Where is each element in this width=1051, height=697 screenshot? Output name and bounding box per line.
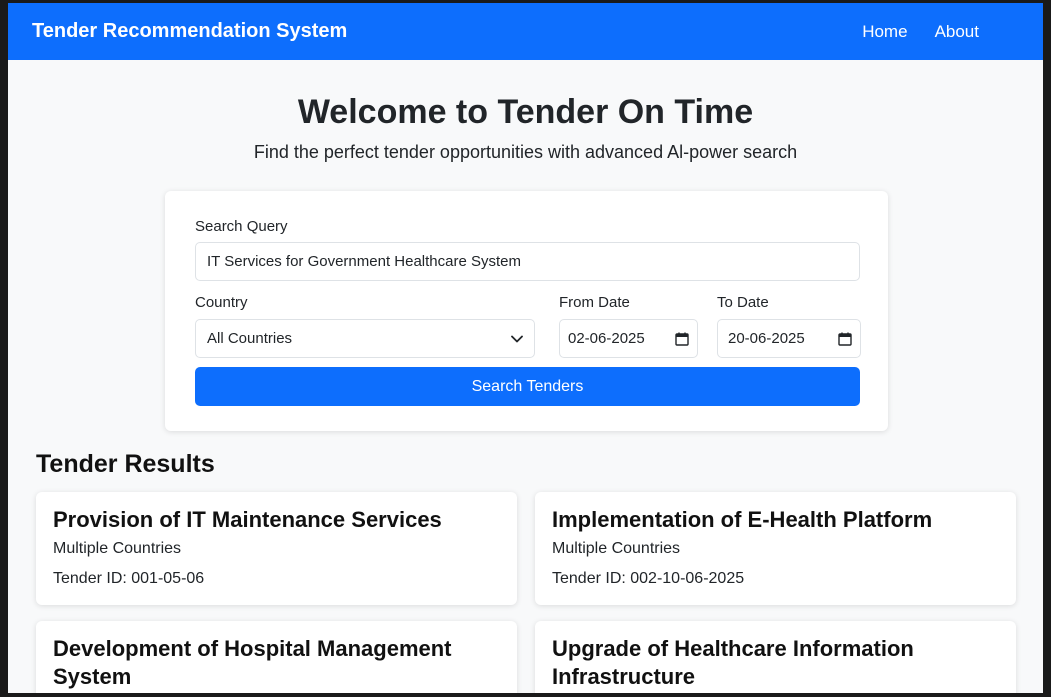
hero: Welcome to Tender On Time Find the perfe… (8, 93, 1043, 163)
country-label: Country (195, 294, 248, 311)
app-window: Tender Recommendation System Home About … (8, 3, 1043, 693)
country-value: All Countries (207, 330, 293, 347)
from-date-input[interactable]: 02-06-2025 (559, 319, 698, 358)
search-query-input[interactable]: IT Services for Government Healthcare Sy… (195, 242, 860, 281)
to-date-value: 20-06-2025 (728, 330, 805, 347)
search-form: Search Query IT Services for Government … (165, 191, 888, 431)
search-tenders-button[interactable]: Search Tenders (195, 367, 860, 406)
brand-title[interactable]: Tender Recommendation System (32, 20, 347, 43)
to-date-input[interactable]: 20-06-2025 (717, 319, 861, 358)
nav-links: Home About (835, 22, 979, 42)
calendar-icon[interactable] (675, 332, 689, 346)
to-date-label: To Date (717, 294, 769, 311)
page-subtitle: Find the perfect tender opportunities wi… (253, 142, 798, 162)
tender-title[interactable]: Implementation of E-Health Platform (552, 506, 999, 534)
country-select[interactable]: All Countries (195, 319, 535, 358)
nav-link-about[interactable]: About (935, 22, 979, 42)
chevron-down-icon (511, 335, 523, 342)
tender-title[interactable]: Upgrade of Healthcare Information Infras… (552, 635, 952, 691)
page-title: Welcome to Tender On Time (297, 93, 754, 131)
from-date-label: From Date (559, 294, 630, 311)
search-query-label: Search Query (195, 218, 288, 235)
tender-id: Tender ID: 002-10-06-2025 (552, 570, 745, 587)
tender-card[interactable]: Development of Hospital Management Syste… (36, 621, 517, 693)
tender-title[interactable]: Provision of IT Maintenance Services (53, 506, 500, 534)
tender-country: Multiple Countries (53, 540, 182, 557)
search-query-value: IT Services for Government Healthcare Sy… (207, 253, 522, 270)
tender-id: Tender ID: 001-05-06 (53, 570, 205, 587)
tender-country: Multiple Countries (552, 540, 681, 557)
nav-link-home[interactable]: Home (862, 22, 907, 42)
navbar: Tender Recommendation System Home About (8, 3, 1043, 60)
tender-card[interactable]: Implementation of E-Health Platform Mult… (535, 492, 1016, 605)
results-title: Tender Results (36, 450, 215, 478)
tender-card[interactable]: Provision of IT Maintenance Services Mul… (36, 492, 517, 605)
tender-title[interactable]: Development of Hospital Management Syste… (53, 635, 463, 691)
calendar-icon[interactable] (838, 332, 852, 346)
tender-card[interactable]: Upgrade of Healthcare Information Infras… (535, 621, 1016, 693)
from-date-value: 02-06-2025 (568, 330, 645, 347)
